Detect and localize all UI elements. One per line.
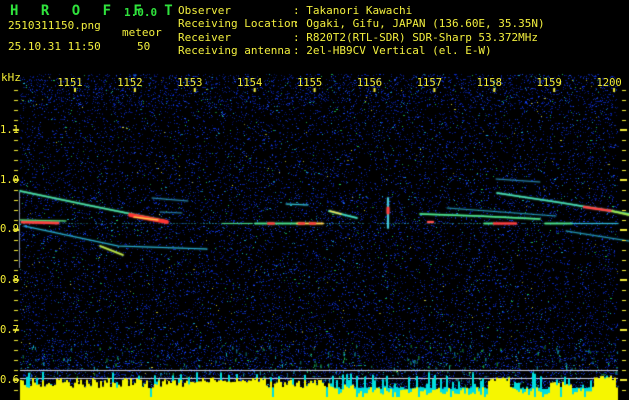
info-label: Receiving antenna bbox=[178, 44, 291, 58]
x-axis-tick-1155: 1155 bbox=[296, 77, 323, 89]
echo-count: 50 bbox=[137, 40, 151, 53]
info-value: Takanori Kawachi bbox=[306, 4, 413, 17]
x-axis-tick-1154: 1154 bbox=[237, 77, 263, 89]
info-row-observer: Observer: Takanori Kawachi bbox=[178, 4, 412, 17]
output-filename: 2510311150.png bbox=[8, 19, 101, 32]
x-axis-tick-1153: 1153 bbox=[177, 77, 203, 89]
x-axis-tick-1151: 1151 bbox=[57, 77, 83, 89]
info-row-receiving-antenna: Receiving antenna: 2el-HB9CV Vertical (e… bbox=[178, 44, 492, 57]
x-axis-tick-1157: 1157 bbox=[416, 77, 443, 89]
info-label: Receiving Location bbox=[178, 17, 298, 31]
y-axis-tick-0.9: 0.9 bbox=[0, 223, 19, 235]
y-axis-tick-0.8: 0.8 bbox=[0, 274, 19, 286]
info-row-receiver: Receiver: R820T2(RTL-SDR) SDR-Sharp 53.3… bbox=[178, 31, 538, 44]
x-axis-tick-1159: 1159 bbox=[536, 77, 562, 89]
x-axis-tick-1152: 1152 bbox=[117, 77, 143, 89]
info-value: Ogaki, Gifu, JAPAN (136.60E, 35.35N) bbox=[306, 17, 545, 31]
y-axis-tick-0.7: 0.7 bbox=[0, 324, 19, 336]
x-axis-tick-1158: 1158 bbox=[476, 77, 502, 89]
info-colon: : bbox=[293, 17, 307, 31]
x-axis-tick-1156: 1156 bbox=[356, 77, 383, 89]
info-colon: : bbox=[293, 30, 307, 44]
y-axis-tick-1.1: 1.1 bbox=[0, 124, 19, 136]
info-colon: : bbox=[293, 44, 307, 58]
info-label: Observer bbox=[178, 4, 231, 17]
timestamp: 25.10.31 11:50 bbox=[8, 40, 101, 53]
info-value: 2el-HB9CV Vertical (el. E-W) bbox=[306, 44, 492, 58]
y-axis-tick-0.6: 0.6 bbox=[0, 374, 19, 386]
info-colon: : bbox=[293, 4, 307, 17]
info-label: Receiver bbox=[178, 30, 231, 44]
app-version: 1.0.0 bbox=[124, 6, 158, 19]
frequency-unit-label: kHz bbox=[1, 71, 21, 84]
mode-label: meteor bbox=[122, 26, 162, 39]
hrofft-window: H R O F F T 1.0.0 2510311150.png meteor … bbox=[0, 0, 629, 400]
x-axis-tick-1200: 1200 bbox=[596, 77, 622, 89]
info-value: R820T2(RTL-SDR) SDR-Sharp 53.372MHz bbox=[306, 30, 539, 44]
spectrogram-canvas bbox=[0, 0, 629, 400]
y-axis-tick-1.0: 1.0 bbox=[0, 173, 19, 186]
info-row-receiving-location: Receiving Location: Ogaki, Gifu, JAPAN (… bbox=[178, 17, 545, 30]
